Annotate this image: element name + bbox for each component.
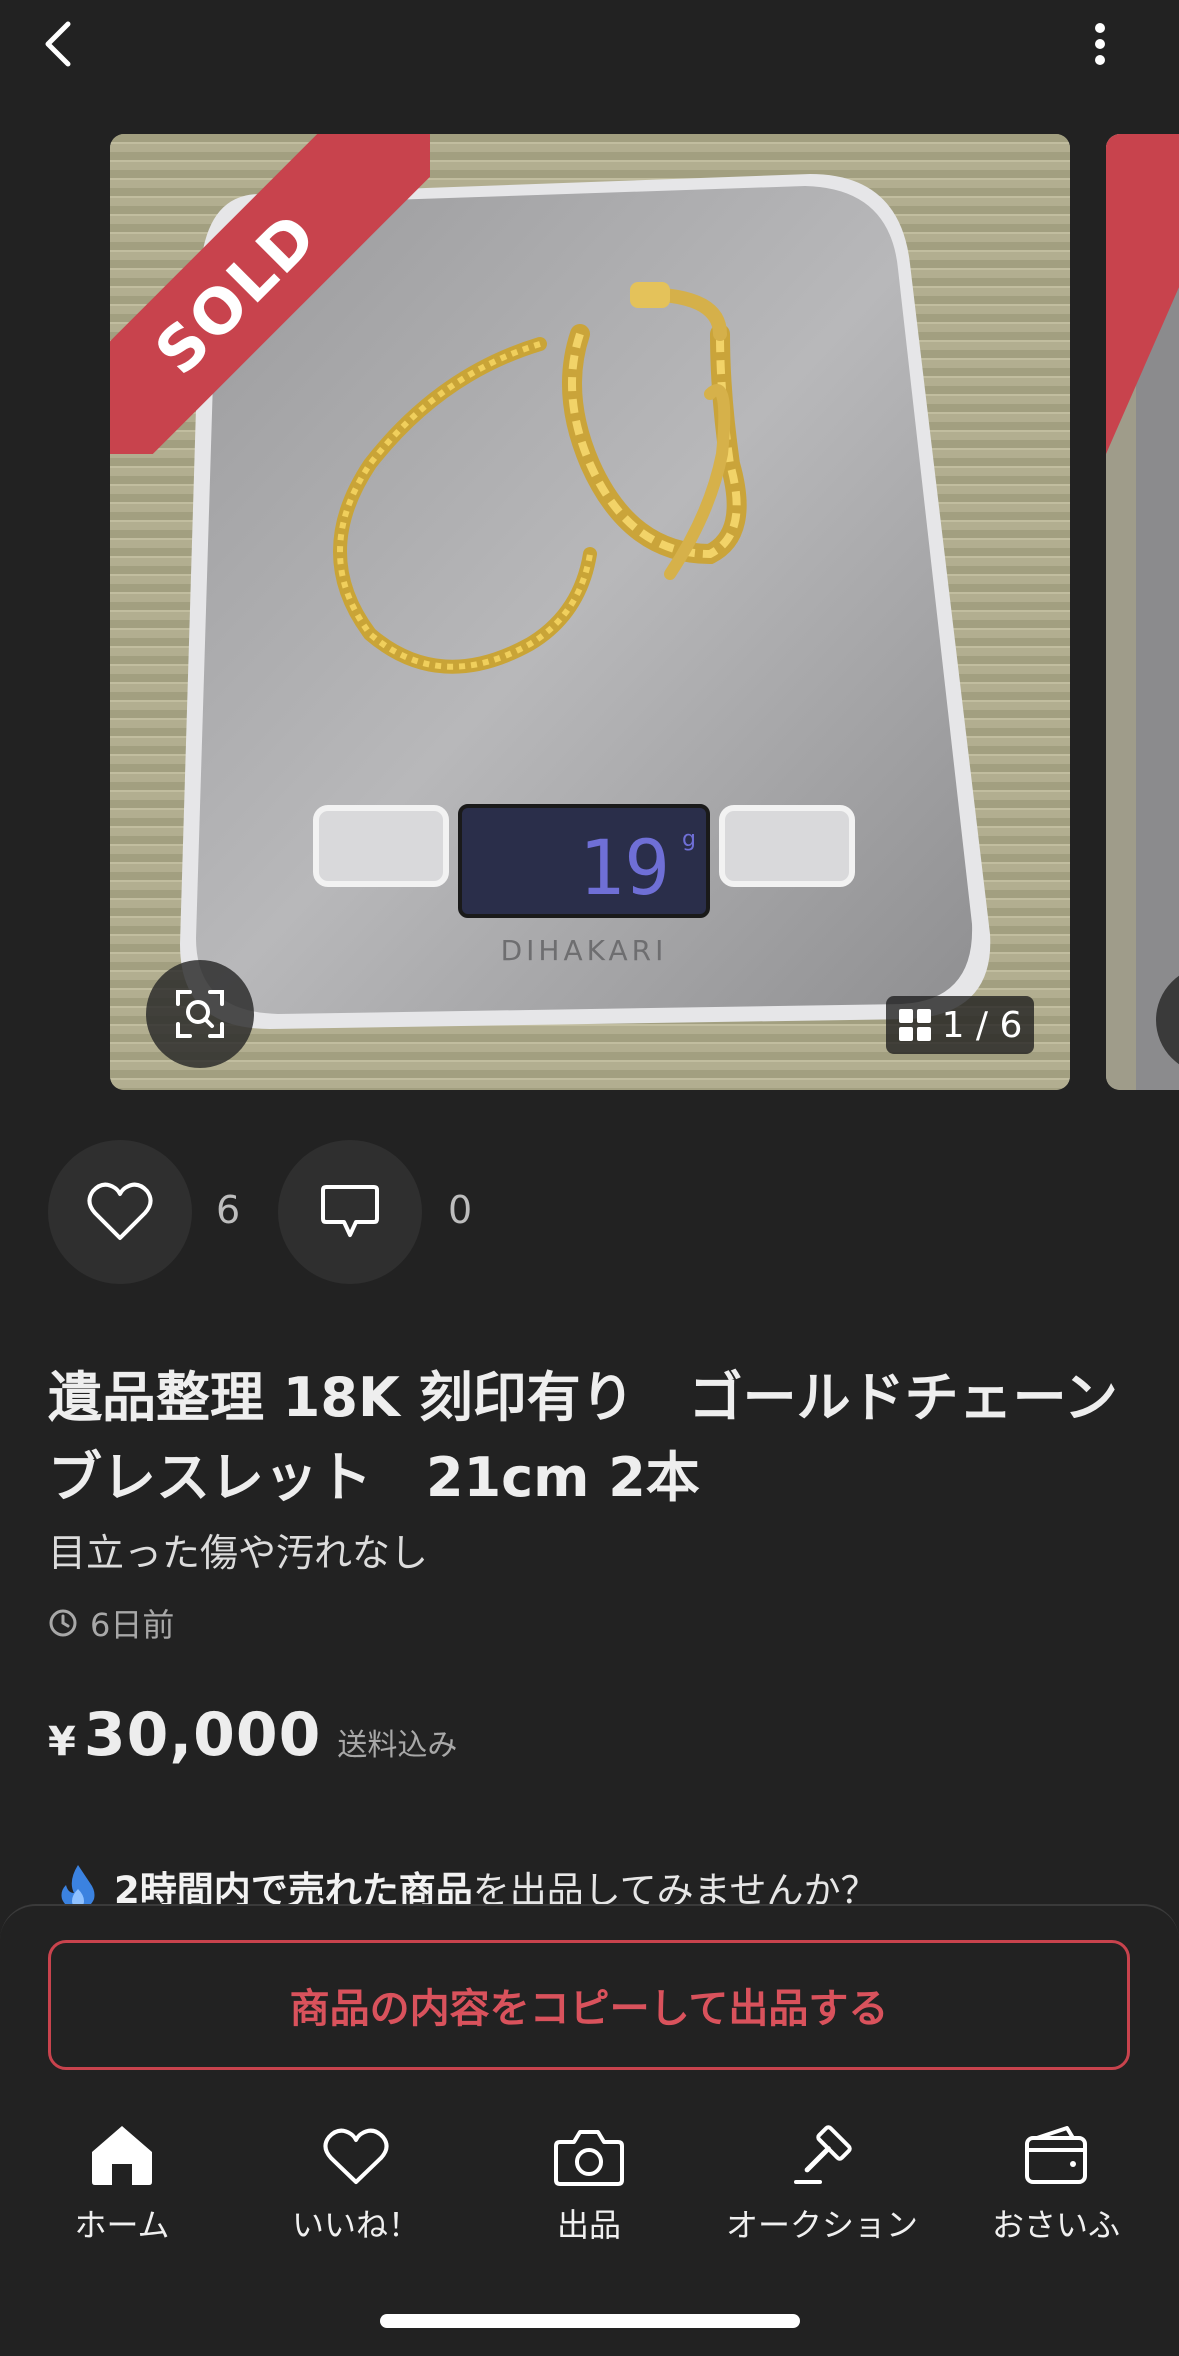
heart-icon (87, 1182, 153, 1240)
product-photo[interactable]: 19 g DIHAKARI SOLD 1 / 6 (110, 134, 1070, 1090)
photo-carousel[interactable]: 19 g DIHAKARI SOLD 1 / 6 (0, 134, 1179, 1090)
vertical-ellipsis-icon (1095, 23, 1105, 65)
tab-home-label: ホーム (74, 2206, 170, 2244)
item-title: 遺品整理 18K 刻印有り ゴールドチェーンブレスレット 21cm 2本 (48, 1366, 1118, 1509)
posted-time: 6日前 (48, 1600, 174, 1646)
top-bar (0, 0, 1179, 90)
scale-display-unit: g (682, 827, 696, 852)
grid-icon (898, 1009, 931, 1041)
price-currency: ¥ (48, 1719, 76, 1765)
tab-wallet-label: おさいふ (991, 2206, 1120, 2244)
chevron-left-icon (45, 21, 71, 67)
price: ¥ 30,000 送料込み (48, 1700, 457, 1770)
camera-icon (554, 2130, 624, 2186)
social-actions: 6 0 (0, 1140, 1179, 1286)
image-search-button[interactable] (146, 960, 254, 1068)
clock-icon (49, 1609, 77, 1637)
tab-auction[interactable]: オークション (722, 2110, 922, 2260)
shipping-included: 送料込み (337, 1728, 458, 1763)
tab-likes-label: いいね！ (291, 2206, 420, 2244)
home-indicator[interactable] (380, 2314, 800, 2328)
posted-time-text: 6日前 (90, 1606, 175, 1644)
tab-home[interactable]: ホーム (22, 2110, 222, 2260)
comment-bubble-icon (321, 1185, 379, 1237)
gavel-icon (794, 2125, 852, 2184)
photo-page-counter[interactable]: 1 / 6 (886, 996, 1034, 1054)
tab-likes[interactable]: いいね！ (256, 2110, 456, 2260)
back-button[interactable] (38, 18, 86, 70)
home-icon (92, 2126, 152, 2185)
scale-display-value: 19 (578, 823, 670, 912)
comment-button[interactable] (278, 1140, 422, 1284)
item-condition: 目立った傷や汚れなし (48, 1531, 429, 1575)
like-button[interactable] (48, 1140, 192, 1284)
tab-wallet[interactable]: おさいふ (956, 2110, 1156, 2260)
bottom-tab-bar: ホーム いいね！ 出品 オークション おさいふ (0, 2110, 1179, 2260)
wallet-icon (1025, 2126, 1087, 2184)
sold-ribbon: SOLD (110, 134, 430, 454)
image-search-icon (176, 990, 224, 1038)
heart-icon (323, 2128, 389, 2184)
tab-sell-label: 出品 (556, 2206, 621, 2244)
comments-count: 0 (448, 1188, 473, 1232)
photo-counter-text: 1 / 6 (941, 1004, 1023, 1046)
copy-and-list-button[interactable]: 商品の内容をコピーして出品する (48, 1940, 1130, 2070)
likes-count: 6 (216, 1188, 241, 1232)
next-product-photo[interactable] (1106, 134, 1179, 1090)
tab-sell[interactable]: 出品 (489, 2110, 689, 2260)
price-amount: 30,000 (83, 1700, 322, 1770)
more-options-button[interactable] (1080, 18, 1120, 70)
tab-auction-label: オークション (725, 2206, 918, 2244)
scale-brand-text: DIHAKARI (501, 934, 668, 967)
next-photo-preview (1106, 134, 1179, 1090)
sold-badge-text: SOLD (140, 197, 332, 389)
